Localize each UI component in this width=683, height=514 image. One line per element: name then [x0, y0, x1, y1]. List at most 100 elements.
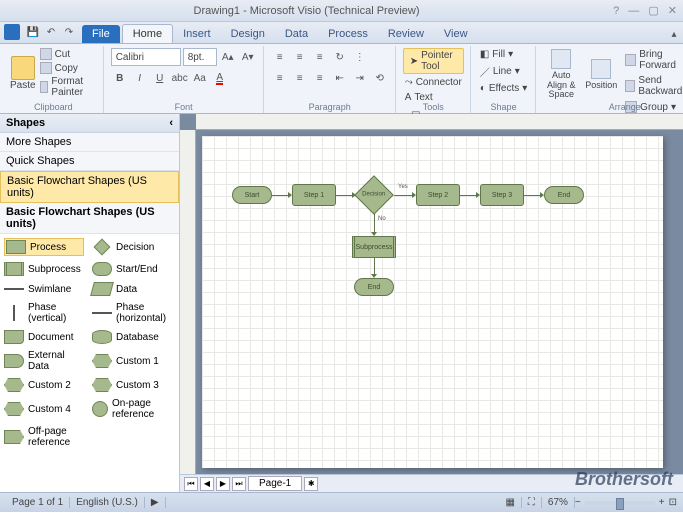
shape-swimlane[interactable]: Swimlane: [4, 282, 84, 296]
maximize-icon[interactable]: ▢: [648, 5, 658, 17]
line-button[interactable]: ／Line ▾: [478, 63, 529, 80]
next-page-button[interactable]: ▶: [216, 477, 230, 491]
prev-page-button[interactable]: ◀: [200, 477, 214, 491]
app-icon[interactable]: [4, 24, 20, 40]
node-end1[interactable]: End: [544, 186, 584, 204]
view-normal-icon[interactable]: ▦: [499, 497, 521, 508]
node-start[interactable]: Start: [232, 186, 272, 204]
tab-design[interactable]: Design: [221, 25, 275, 43]
connector[interactable]: [394, 195, 414, 196]
status-macro-icon[interactable]: ▶: [145, 497, 166, 508]
drawing-page[interactable]: Start Step 1 Decision Yes Step 2 Step 3 …: [202, 136, 663, 468]
case-icon[interactable]: Aa: [191, 69, 209, 87]
tab-home[interactable]: Home: [122, 24, 173, 43]
shape-custom4[interactable]: Custom 4: [4, 398, 84, 420]
send-backward-button[interactable]: Send Backward ▾: [623, 74, 683, 98]
zoom-slider[interactable]: [585, 501, 655, 505]
help-icon[interactable]: ?: [613, 5, 619, 17]
shape-data[interactable]: Data: [92, 282, 172, 296]
shape-subprocess[interactable]: Subprocess: [4, 262, 84, 276]
shape-phase-vertical[interactable]: Phase (vertical): [4, 302, 84, 324]
shape-custom1[interactable]: Custom 1: [92, 350, 172, 372]
shape-process[interactable]: Process: [4, 238, 84, 256]
ribbon-minimize-icon[interactable]: ▴: [665, 25, 683, 43]
connector-button[interactable]: ⤳Connector: [403, 76, 464, 89]
more-shapes[interactable]: More Shapes: [0, 133, 179, 152]
node-step1[interactable]: Step 1: [292, 184, 336, 206]
close-icon[interactable]: ✕: [668, 5, 677, 17]
node-subprocess[interactable]: Subprocess: [352, 236, 396, 258]
shape-startend[interactable]: Start/End: [92, 262, 172, 276]
cut-button[interactable]: Cut: [40, 48, 97, 60]
tab-data[interactable]: Data: [275, 25, 318, 43]
shape-external-data[interactable]: External Data: [4, 350, 84, 372]
grow-font-icon[interactable]: A▴: [219, 48, 237, 66]
strike-icon[interactable]: abc: [171, 69, 189, 87]
qat-save-icon[interactable]: 💾: [24, 23, 42, 41]
format-painter-button[interactable]: Format Painter: [40, 76, 97, 98]
shape-custom3[interactable]: Custom 3: [92, 378, 172, 392]
stencil-basic-flowchart[interactable]: Basic Flowchart Shapes (US units): [0, 171, 179, 203]
shape-offpage[interactable]: Off-page reference: [4, 426, 84, 448]
shape-decision[interactable]: Decision: [92, 238, 172, 256]
zoom-in-button[interactable]: +: [659, 497, 665, 508]
align-middle-icon[interactable]: ≡: [291, 48, 309, 66]
tab-file[interactable]: File: [82, 25, 120, 43]
zoom-out-button[interactable]: −: [575, 497, 581, 508]
page-tab-1[interactable]: Page-1: [248, 476, 302, 491]
qat-redo-icon[interactable]: ↷: [60, 23, 78, 41]
shrink-font-icon[interactable]: A▾: [239, 48, 257, 66]
underline-icon[interactable]: U: [151, 69, 169, 87]
chevron-left-icon[interactable]: ‹: [169, 117, 173, 129]
italic-icon[interactable]: I: [131, 69, 149, 87]
bullets-icon[interactable]: ⋮: [351, 48, 369, 66]
shape-onpage[interactable]: On-page reference: [92, 398, 172, 420]
tab-view[interactable]: View: [434, 25, 478, 43]
rotate-icon[interactable]: ⟲: [371, 69, 389, 87]
shapes-header[interactable]: Shapes‹: [0, 114, 179, 133]
view-fullscreen-icon[interactable]: ⛶: [522, 497, 542, 508]
bold-icon[interactable]: B: [111, 69, 129, 87]
font-name-select[interactable]: Calibri: [111, 48, 181, 66]
align-center-icon[interactable]: ≡: [291, 69, 309, 87]
shape-database[interactable]: Database: [92, 330, 172, 344]
indent-dec-icon[interactable]: ⇤: [331, 69, 349, 87]
node-step2[interactable]: Step 2: [416, 184, 460, 206]
align-left-icon[interactable]: ≡: [271, 69, 289, 87]
indent-inc-icon[interactable]: ⇥: [351, 69, 369, 87]
shape-custom2[interactable]: Custom 2: [4, 378, 84, 392]
new-page-button[interactable]: ✱: [304, 477, 318, 491]
zoom-level[interactable]: 67%: [542, 497, 575, 508]
fill-button[interactable]: ◧Fill ▾: [478, 48, 529, 61]
copy-button[interactable]: Copy: [40, 62, 97, 74]
tab-process[interactable]: Process: [318, 25, 378, 43]
tab-insert[interactable]: Insert: [173, 25, 221, 43]
status-page[interactable]: Page 1 of 1: [6, 497, 70, 508]
tab-review[interactable]: Review: [378, 25, 434, 43]
autoalign-button[interactable]: Auto Align & Space: [543, 48, 579, 101]
position-button[interactable]: Position: [583, 48, 619, 101]
first-page-button[interactable]: ⏮: [184, 477, 198, 491]
node-end2[interactable]: End: [354, 278, 394, 296]
quick-shapes[interactable]: Quick Shapes: [0, 152, 179, 171]
qat-undo-icon[interactable]: ↶: [42, 23, 60, 41]
stencil-header[interactable]: Basic Flowchart Shapes (US units): [0, 203, 179, 234]
status-language[interactable]: English (U.S.): [70, 497, 145, 508]
connector[interactable]: [374, 214, 375, 234]
minimize-icon[interactable]: —: [628, 5, 639, 17]
bring-forward-button[interactable]: Bring Forward ▾: [623, 48, 683, 72]
font-color-icon[interactable]: A: [211, 69, 229, 87]
pointer-tool-button[interactable]: ➤Pointer Tool: [403, 48, 464, 74]
paste-button[interactable]: Paste: [10, 48, 36, 98]
orientation-icon[interactable]: ↻: [331, 48, 349, 66]
last-page-button[interactable]: ⏭: [232, 477, 246, 491]
node-decision[interactable]: Decision: [354, 175, 394, 215]
align-right-icon[interactable]: ≡: [311, 69, 329, 87]
align-bottom-icon[interactable]: ≡: [311, 48, 329, 66]
shape-document[interactable]: Document: [4, 330, 84, 344]
node-step3[interactable]: Step 3: [480, 184, 524, 206]
font-size-select[interactable]: 8pt.: [183, 48, 217, 66]
align-top-icon[interactable]: ≡: [271, 48, 289, 66]
effects-button[interactable]: ◐Effects ▾: [478, 82, 529, 95]
shape-phase-horizontal[interactable]: Phase (horizontal): [92, 302, 172, 324]
